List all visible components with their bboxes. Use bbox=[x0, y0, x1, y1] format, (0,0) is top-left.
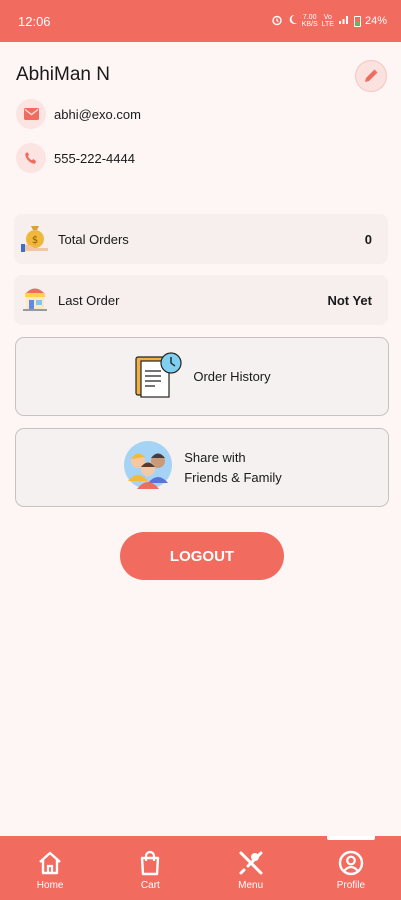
friends-icon bbox=[122, 439, 174, 496]
nav-cart-label: Cart bbox=[140, 879, 160, 891]
order-history-label: Order History bbox=[193, 368, 271, 384]
battery-icon bbox=[353, 15, 361, 27]
order-history-button[interactable]: Order History bbox=[15, 337, 389, 416]
last-order-label: Last Order bbox=[58, 292, 120, 308]
nav-menu-label: Menu bbox=[238, 879, 264, 891]
cart-icon bbox=[141, 850, 160, 875]
moon-icon bbox=[287, 14, 298, 28]
profile-icon bbox=[338, 850, 364, 875]
profile-header: AbhiMan N bbox=[16, 60, 389, 92]
last-order-value: Not Yet bbox=[327, 292, 372, 308]
logout-button[interactable]: LOGOUT bbox=[120, 532, 284, 580]
store-icon bbox=[20, 283, 50, 318]
share-label: Share with Friends & Family bbox=[184, 448, 282, 488]
pencil-icon bbox=[365, 69, 378, 82]
last-order-card: Last Order Not Yet bbox=[14, 275, 388, 325]
menu-icon bbox=[239, 851, 263, 874]
share-label-line2: Friends & Family bbox=[184, 469, 282, 485]
money-bag-icon: $ bbox=[20, 222, 50, 257]
phone-text: 555-222-4444 bbox=[54, 150, 135, 166]
home-icon bbox=[39, 851, 61, 874]
total-orders-value: 0 bbox=[364, 231, 372, 247]
nav-cart[interactable]: Cart bbox=[100, 836, 200, 900]
phone-row: 555-222-4444 bbox=[16, 143, 135, 173]
share-label-line1: Share with bbox=[184, 449, 246, 465]
nav-home[interactable]: Home bbox=[0, 836, 100, 900]
total-orders-card: $ Total Orders 0 bbox=[14, 214, 388, 264]
volte-indicator: Vo LTE bbox=[321, 14, 334, 28]
share-button[interactable]: Share with Friends & Family bbox=[15, 428, 389, 507]
status-time: 12:06 bbox=[18, 13, 51, 29]
total-orders-label: Total Orders bbox=[58, 231, 129, 247]
edit-profile-button[interactable] bbox=[355, 60, 387, 92]
network-speed: 7.00 KB/S bbox=[301, 14, 318, 28]
email-text: abhi@exo.com bbox=[54, 106, 141, 122]
phone-icon bbox=[16, 143, 46, 173]
status-bar: 12:06 7.00 KB/S Vo LTE 24% bbox=[0, 0, 401, 42]
nav-menu[interactable]: Menu bbox=[201, 836, 301, 900]
order-history-icon bbox=[133, 349, 183, 404]
email-icon bbox=[16, 99, 46, 129]
svg-text:$: $ bbox=[32, 235, 38, 246]
battery-level: 24% bbox=[364, 15, 387, 27]
signal-icon bbox=[338, 14, 350, 28]
alarm-icon bbox=[271, 14, 283, 29]
nav-home-label: Home bbox=[36, 879, 64, 891]
nav-profile-label: Profile bbox=[336, 879, 366, 891]
nav-profile[interactable]: Profile bbox=[301, 836, 401, 900]
status-icons: 7.00 KB/S Vo LTE 24% bbox=[271, 14, 387, 29]
email-row: abhi@exo.com bbox=[16, 99, 141, 129]
bottom-nav: Home Cart Menu Profile bbox=[0, 836, 401, 900]
user-name: AbhiMan N bbox=[16, 64, 110, 85]
